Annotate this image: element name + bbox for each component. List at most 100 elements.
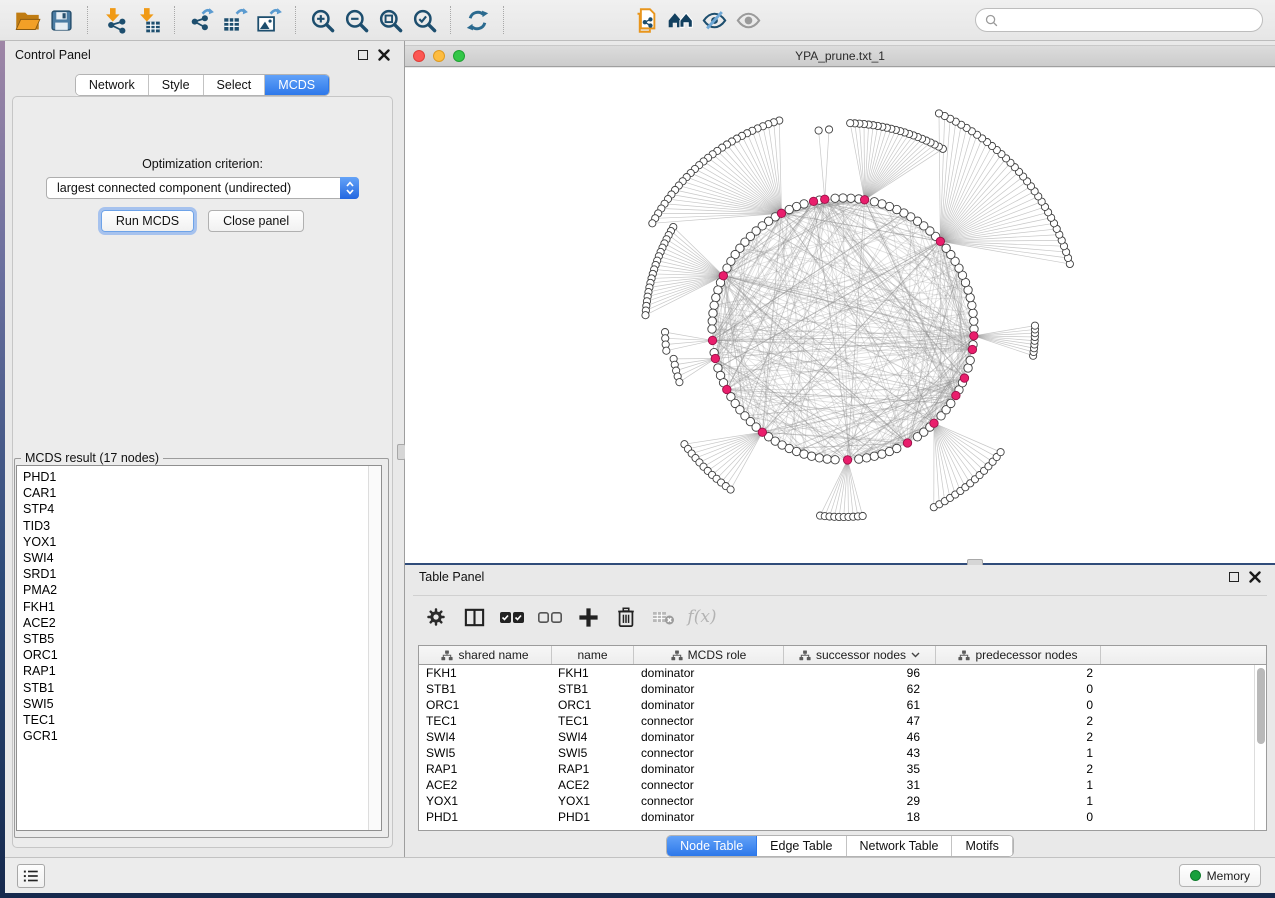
mcds-result-item[interactable]: FKH1 bbox=[17, 599, 381, 615]
cell-name: TEC1 bbox=[552, 714, 634, 728]
network-window-titlebar[interactable]: YPA_prune.txt_1 bbox=[405, 45, 1275, 67]
export-image-icon[interactable] bbox=[254, 5, 284, 35]
zoom-fit-icon[interactable] bbox=[375, 5, 405, 35]
mcds-result-item[interactable]: PMA2 bbox=[17, 582, 381, 598]
shared-column-icon bbox=[799, 650, 811, 661]
control-panel-tabs: NetworkStyleSelectMCDS bbox=[75, 74, 330, 96]
table-row[interactable]: ACE2 ACE2 connector 31 1 bbox=[419, 777, 1266, 793]
table-row[interactable]: SWI5 SWI5 connector 43 1 bbox=[419, 745, 1266, 761]
cell-mcds-role: connector bbox=[634, 746, 784, 760]
cell-predecessor-nodes: 0 bbox=[936, 810, 1101, 824]
mcds-result-item[interactable]: GCR1 bbox=[17, 728, 381, 744]
mcds-result-item[interactable]: ACE2 bbox=[17, 615, 381, 631]
cell-mcds-role: dominator bbox=[634, 682, 784, 696]
hide-selected-eye-icon[interactable] bbox=[699, 5, 729, 35]
cell-name: ACE2 bbox=[552, 778, 634, 792]
table-panel: Table Panel f(x) bbox=[405, 565, 1275, 857]
optimization-criterion-label: Optimization criterion: bbox=[13, 157, 392, 171]
column-header[interactable]: MCDS role bbox=[634, 646, 784, 664]
deselect-all-icon[interactable] bbox=[535, 602, 565, 632]
table-row[interactable]: RAP1 RAP1 dominator 35 2 bbox=[419, 761, 1266, 777]
table-tab[interactable]: Node Table bbox=[667, 836, 757, 856]
open-session-icon[interactable] bbox=[12, 5, 42, 35]
table-scrollbar-thumb[interactable] bbox=[1257, 668, 1265, 744]
control-panel-tab[interactable]: Select bbox=[204, 75, 266, 95]
table-tab[interactable]: Edge Table bbox=[757, 836, 846, 856]
import-table-icon[interactable] bbox=[133, 5, 163, 35]
mcds-result-item[interactable]: CAR1 bbox=[17, 485, 381, 501]
mcds-result-item[interactable]: TID3 bbox=[17, 518, 381, 534]
add-column-icon[interactable] bbox=[573, 602, 603, 632]
mcds-result-item[interactable]: PHD1 bbox=[17, 469, 381, 485]
run-mcds-button[interactable]: Run MCDS bbox=[101, 210, 194, 232]
search-input[interactable] bbox=[999, 13, 1254, 27]
table-tab[interactable]: Network Table bbox=[847, 836, 953, 856]
mcds-result-item[interactable]: STB5 bbox=[17, 631, 381, 647]
cell-successor-nodes: 18 bbox=[784, 810, 936, 824]
criterion-dropdown[interactable]: largest connected component (undirected) bbox=[46, 177, 359, 199]
network-canvas[interactable] bbox=[405, 68, 1275, 563]
mcds-list-scrollbar[interactable] bbox=[368, 466, 381, 830]
mcds-result-item[interactable]: ORC1 bbox=[17, 647, 381, 663]
memory-button[interactable]: Memory bbox=[1179, 864, 1261, 887]
column-header[interactable]: shared name bbox=[419, 646, 552, 664]
float-panel-icon[interactable] bbox=[358, 50, 368, 60]
memory-label: Memory bbox=[1207, 869, 1250, 883]
show-all-eye-icon[interactable] bbox=[733, 5, 763, 35]
split-view-icon[interactable] bbox=[459, 602, 489, 632]
export-network-icon[interactable] bbox=[186, 5, 216, 35]
gear-icon[interactable] bbox=[421, 602, 451, 632]
criterion-value: largest connected component (undirected) bbox=[47, 181, 340, 195]
export-table-icon[interactable] bbox=[220, 5, 250, 35]
mcds-result-item[interactable]: SRD1 bbox=[17, 566, 381, 582]
column-header[interactable]: name bbox=[552, 646, 634, 664]
sort-descending-icon bbox=[911, 652, 920, 658]
cell-mcds-role: connector bbox=[634, 714, 784, 728]
zoom-selected-icon[interactable] bbox=[409, 5, 439, 35]
cell-predecessor-nodes: 2 bbox=[936, 762, 1101, 776]
table-row[interactable]: ORC1 ORC1 dominator 61 0 bbox=[419, 697, 1266, 713]
control-panel-tab[interactable]: Style bbox=[149, 75, 204, 95]
control-panel-tab[interactable]: Network bbox=[76, 75, 149, 95]
float-table-panel-icon[interactable] bbox=[1229, 572, 1239, 582]
select-all-icon[interactable] bbox=[497, 602, 527, 632]
table-row[interactable]: TEC1 TEC1 connector 47 2 bbox=[419, 713, 1266, 729]
cell-successor-nodes: 46 bbox=[784, 730, 936, 744]
delete-column-trash-icon[interactable] bbox=[611, 602, 641, 632]
close-table-panel-icon[interactable] bbox=[1249, 571, 1261, 583]
table-scrollbar[interactable] bbox=[1254, 665, 1266, 830]
table-row[interactable]: FKH1 FKH1 dominator 96 2 bbox=[419, 665, 1266, 681]
table-tab[interactable]: Motifs bbox=[952, 836, 1012, 856]
zoom-in-icon[interactable] bbox=[307, 5, 337, 35]
mcds-result-item[interactable]: STP4 bbox=[17, 501, 381, 517]
import-network-icon[interactable] bbox=[99, 5, 129, 35]
zoom-out-icon[interactable] bbox=[341, 5, 371, 35]
table-row[interactable]: SWI4 SWI4 dominator 46 2 bbox=[419, 729, 1266, 745]
cell-successor-nodes: 29 bbox=[784, 794, 936, 808]
control-panel-tab[interactable]: MCDS bbox=[265, 75, 329, 95]
close-panel-icon[interactable] bbox=[378, 49, 390, 61]
column-header[interactable]: predecessor nodes bbox=[936, 646, 1101, 664]
mcds-result-item[interactable]: SWI5 bbox=[17, 696, 381, 712]
column-header[interactable]: successor nodes bbox=[784, 646, 936, 664]
cell-successor-nodes: 62 bbox=[784, 682, 936, 696]
mcds-result-item[interactable]: STB1 bbox=[17, 680, 381, 696]
table-header-row: shared name name bbox=[419, 646, 1266, 665]
toolbar-separator bbox=[450, 6, 451, 34]
close-panel-button[interactable]: Close panel bbox=[208, 210, 304, 232]
mcds-result-item[interactable]: TEC1 bbox=[17, 712, 381, 728]
task-history-button[interactable] bbox=[17, 864, 45, 888]
cell-shared-name: SWI4 bbox=[419, 730, 552, 744]
save-session-icon[interactable] bbox=[46, 5, 76, 35]
table-row[interactable]: YOX1 YOX1 connector 29 1 bbox=[419, 793, 1266, 809]
table-row[interactable]: STB1 STB1 dominator 62 0 bbox=[419, 681, 1266, 697]
table-row[interactable]: PHD1 PHD1 dominator 18 0 bbox=[419, 809, 1266, 825]
cell-shared-name: TEC1 bbox=[419, 714, 552, 728]
node-table: shared name name bbox=[418, 645, 1267, 831]
apply-layout-icon[interactable] bbox=[462, 5, 492, 35]
mcds-result-item[interactable]: RAP1 bbox=[17, 663, 381, 679]
clone-network-icon[interactable] bbox=[631, 5, 661, 35]
mcds-result-item[interactable]: SWI4 bbox=[17, 550, 381, 566]
houses-icon[interactable] bbox=[665, 5, 695, 35]
mcds-result-item[interactable]: YOX1 bbox=[17, 534, 381, 550]
